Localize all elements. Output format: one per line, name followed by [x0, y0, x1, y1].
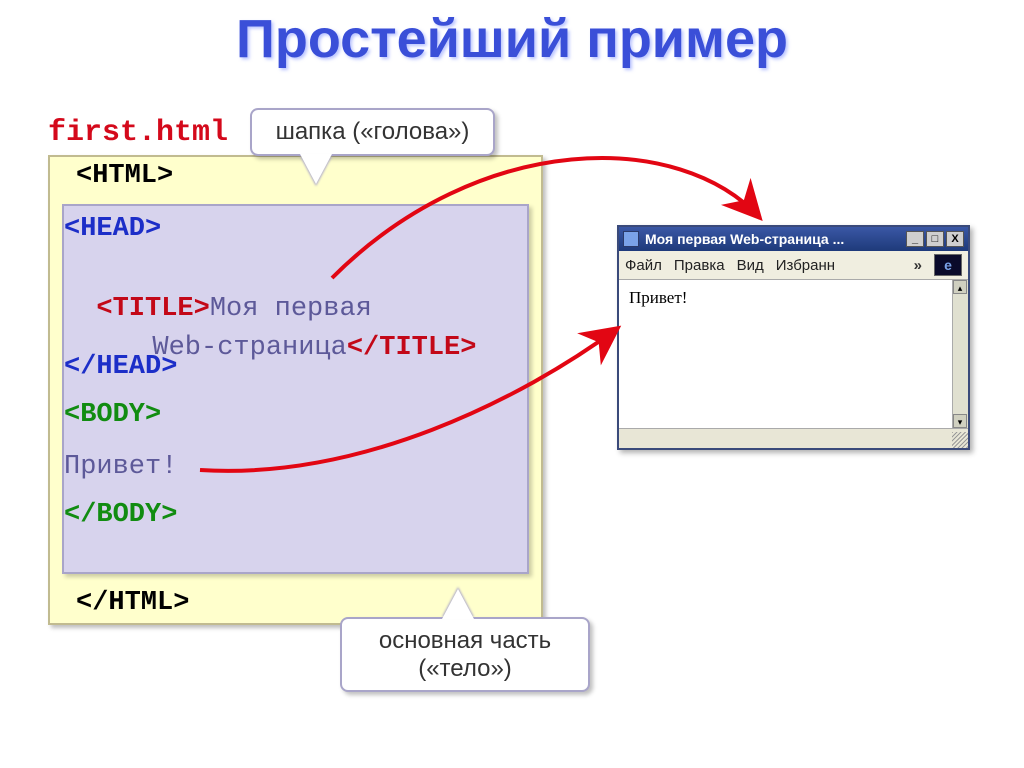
callout-head: шапка («голова»): [250, 108, 495, 156]
tag-title-close: </TITLE>: [347, 333, 477, 363]
tag-head-close: </HEAD>: [64, 352, 177, 382]
page-icon: [623, 231, 639, 247]
resize-handle-icon[interactable]: [952, 432, 968, 448]
body-text: Привет!: [64, 452, 177, 482]
browser-window: Моя первая Web-страница ... _ □ X Файл П…: [617, 225, 970, 450]
browser-title-text: Моя первая Web-страница ...: [645, 231, 904, 247]
tag-body-close: </BODY>: [64, 500, 177, 530]
minimize-button[interactable]: _: [906, 231, 924, 247]
scrollbar[interactable]: ▴ ▾: [952, 280, 968, 428]
tag-head-open: <HEAD>: [64, 214, 161, 244]
callout-body: основная часть («тело»): [340, 617, 590, 692]
menu-favorites[interactable]: Избранн: [776, 257, 835, 274]
browser-titlebar: Моя первая Web-страница ... _ □ X: [619, 227, 968, 251]
maximize-button[interactable]: □: [926, 231, 944, 247]
menu-more-icon[interactable]: »: [914, 257, 922, 274]
browser-statusbar: [619, 428, 968, 448]
ie-logo-icon: e: [934, 254, 962, 276]
menu-edit[interactable]: Правка: [674, 257, 725, 274]
scroll-up-icon[interactable]: ▴: [953, 280, 967, 294]
close-button[interactable]: X: [946, 231, 964, 247]
page-content-text: Привет!: [629, 288, 687, 307]
code-filename: first.html: [48, 116, 228, 150]
browser-body: Привет! ▴ ▾: [619, 280, 968, 428]
callout-body-line1: основная часть: [379, 627, 551, 654]
tag-body-open: <BODY>: [64, 400, 161, 430]
browser-menu: Файл Правка Вид Избранн » e: [619, 251, 968, 280]
scroll-down-icon[interactable]: ▾: [953, 414, 967, 428]
tag-html-open: <HTML>: [76, 161, 173, 191]
title-text-2: Web-страница: [152, 333, 346, 363]
callout-body-line2: («тело»): [418, 655, 512, 682]
menu-view[interactable]: Вид: [737, 257, 764, 274]
menu-file[interactable]: Файл: [625, 257, 662, 274]
tag-html-close: </HTML>: [76, 588, 189, 618]
page-title: Простейший пример: [236, 8, 788, 70]
